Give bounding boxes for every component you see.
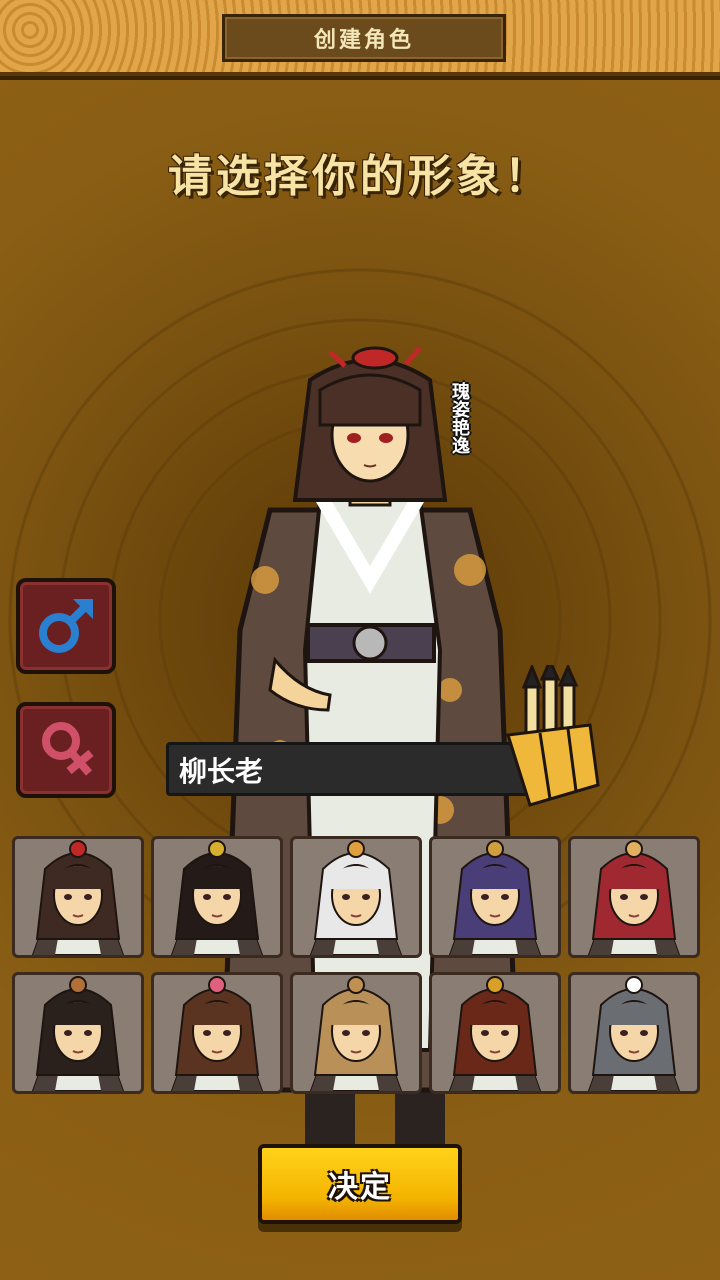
avatar-portrait xyxy=(587,840,681,955)
avatar-card[interactable] xyxy=(151,972,283,1094)
avatar-selection-grid xyxy=(12,836,704,1094)
female-symbol-icon xyxy=(42,722,94,776)
avatar-portrait xyxy=(170,840,264,955)
avatar-portrait xyxy=(309,976,403,1091)
avatar-portrait xyxy=(309,840,403,955)
avatar-card[interactable] xyxy=(290,972,422,1094)
avatar-card[interactable] xyxy=(12,972,144,1094)
character-name-field[interactable]: 柳长老 xyxy=(166,742,536,796)
avatar-portrait xyxy=(31,976,125,1091)
avatar-card[interactable] xyxy=(151,836,283,958)
character-epithet: 瑰姿艳逸 xyxy=(449,382,470,454)
avatar-portrait xyxy=(448,976,542,1091)
avatar-card[interactable] xyxy=(12,836,144,958)
avatar-card[interactable] xyxy=(568,972,700,1094)
top-bar: 创建角色 xyxy=(0,0,720,80)
page-title: 创建角色 xyxy=(222,14,506,62)
avatar-portrait xyxy=(170,976,264,1091)
avatar-card[interactable] xyxy=(290,836,422,958)
male-gender-button[interactable] xyxy=(16,578,116,674)
brush-pot-icon[interactable] xyxy=(500,665,610,810)
male-symbol-icon xyxy=(39,599,93,653)
confirm-button[interactable]: 决定 xyxy=(258,1144,462,1224)
avatar-card[interactable] xyxy=(429,836,561,958)
avatar-card[interactable] xyxy=(568,836,700,958)
avatar-portrait xyxy=(31,840,125,955)
avatar-portrait xyxy=(587,976,681,1091)
avatar-portrait xyxy=(448,840,542,955)
avatar-card[interactable] xyxy=(429,972,561,1094)
female-gender-button[interactable] xyxy=(16,702,116,798)
choose-appearance-heading: 请选择你的形象！ xyxy=(168,151,552,202)
